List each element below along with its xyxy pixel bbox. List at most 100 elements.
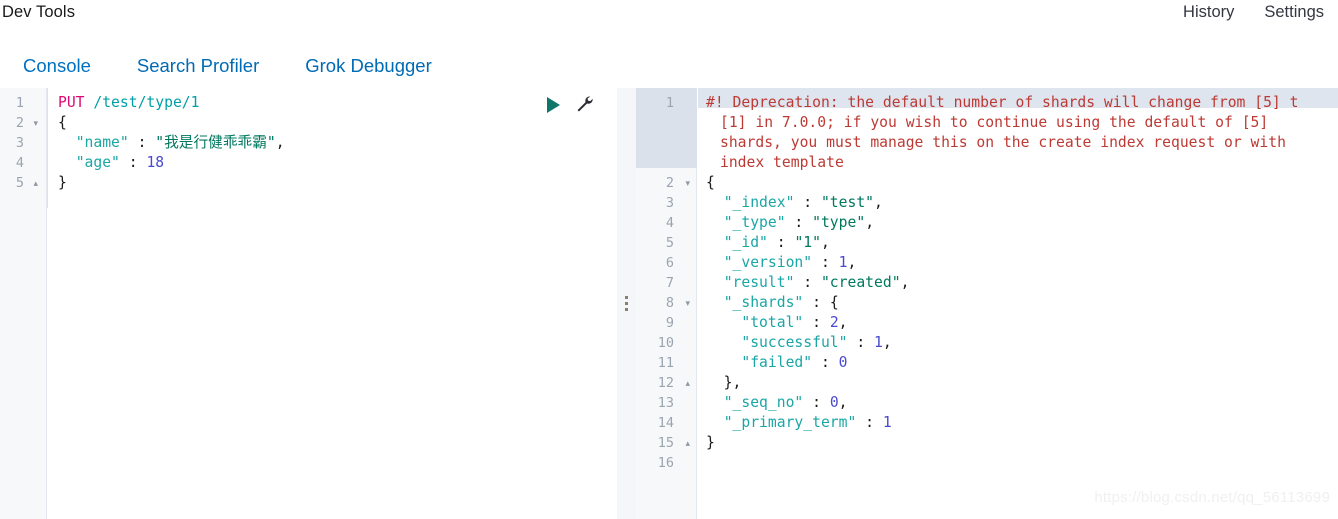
fold-toggle-icon[interactable]: ▾ [685,293,690,313]
app-header: Dev Tools History Settings [0,0,1338,36]
fold-toggle-icon[interactable]: ▴ [33,173,38,193]
request-line-number: 5 [15,175,24,191]
response-gutter: 1 2 ▾ 3 4 5 6 7 8 ▾ 9 10 11 12 ▴ 13 14 15 ▴ 16 [636,88,697,519]
request-value: "我是行健乖乖霸" [155,134,276,151]
watermark: https://blog.csdn.net/qq_56113699 [1094,489,1330,506]
response-line-number: 4 [665,215,674,231]
response-key: "successful" [741,334,848,351]
dev-tools-app: Dev Tools History Settings Console Searc… [0,0,1338,519]
response-code-line: "_id" : "1", [723,234,830,251]
console-panels: 1 2 ▾ 3 4 5 ▴ PUT /test/type/1{ "name" : "我是行健… [0,88,1338,519]
response-value: 0 [829,394,839,411]
response-brace: { [706,174,715,191]
response-code-line: "_version" : 1, [723,254,857,271]
response-key: "_index" [723,194,795,211]
response-value: 0 [838,354,848,371]
request-code-area[interactable]: PUT /test/type/1{ "name" : "我是行健乖乖霸", "a… [48,88,614,519]
response-value: 1 [838,254,848,271]
response-line-number: 10 [657,335,674,351]
response-key: "total" [741,314,804,331]
request-gutter: 1 2 ▾ 3 4 5 ▴ [0,88,47,519]
request-editor[interactable]: 1 2 ▾ 3 4 5 ▴ PUT /test/type/1{ "name" : "我是行健… [0,88,614,519]
response-key: "_primary_term" [723,414,857,431]
request-code-line[interactable]: { [58,113,67,133]
response-code-line: "failed" : 0 [741,354,848,371]
deprecation-warning-line: #! Deprecation: the default number of sh… [706,94,1299,111]
response-code-line: } [706,433,715,453]
history-link[interactable]: History [1183,3,1234,22]
response-line-number: 13 [657,395,674,411]
response-code-line: { [706,173,715,193]
request-line-number: 4 [15,155,24,171]
response-key: "_seq_no" [723,394,804,411]
response-key: "_id" [723,234,768,251]
response-key: "_version" [723,254,813,271]
response-code-area: #! Deprecation: the default number of sh… [698,88,1338,519]
tab-console[interactable]: Console [0,56,114,87]
request-path: /test/type/1 [84,94,200,111]
response-line-number: 11 [657,355,674,371]
fold-toggle-icon[interactable]: ▾ [685,173,690,193]
response-value: 2 [829,314,839,331]
deprecation-warning-line: shards, you must manage this on the crea… [720,134,1286,151]
tab-grok-debugger[interactable]: Grok Debugger [282,56,454,87]
tab-search-profiler[interactable]: Search Profiler [114,56,282,87]
response-value: 1 [874,334,883,351]
response-key: "failed" [741,354,813,371]
drag-dots-icon [625,296,628,311]
request-code-line[interactable]: PUT /test/type/1 [58,93,200,113]
request-key: "name" [75,134,129,151]
request-method: PUT [58,94,85,111]
response-code-line: "successful" : 1, [741,334,892,351]
response-value: "type" [812,214,866,231]
response-line-number: 14 [657,415,674,431]
tab-bar: Console Search Profiler Grok Debugger [0,40,1338,127]
response-line-number: 8 [665,295,674,311]
settings-link[interactable]: Settings [1264,3,1324,22]
response-key: "result" [723,274,795,291]
request-value: 18 [146,154,165,171]
panel-resize-handle[interactable] [617,88,636,519]
response-line-number: 3 [665,195,674,211]
request-code-line[interactable]: } [58,173,67,193]
page-title: Dev Tools [2,3,76,21]
request-code-line[interactable]: "name" : "我是行健乖乖霸", [58,133,285,153]
response-editor[interactable]: 1 2 ▾ 3 4 5 6 7 8 ▾ 9 10 11 12 ▴ 13 14 15 ▴ 16 #! Deprecati… [636,88,1338,519]
response-line-number: 2 [665,175,674,191]
request-brace: } [58,174,67,191]
deprecation-warning-line: index template [720,154,844,171]
response-line-number: 6 [665,255,674,271]
request-line-number: 2 [15,115,24,131]
request-line-number: 3 [15,135,24,151]
header-links: History Settings [1183,3,1324,22]
response-line-number: 9 [665,315,674,331]
response-value: "1" [794,234,821,251]
response-value: "created" [820,274,901,291]
deprecation-warning-line: [1] in 7.0.0; if you wish to continue us… [720,114,1269,131]
response-code-line: "total" : 2, [741,314,848,331]
response-brace: }, [706,374,742,391]
response-value: { [829,294,839,311]
response-code-line: "result" : "created", [723,274,910,291]
request-brace: { [58,114,67,131]
response-line-number: 12 [657,375,674,391]
fold-toggle-icon[interactable]: ▾ [33,113,38,133]
response-key: "_shards" [723,294,804,311]
response-line-number: 1 [665,95,674,111]
response-code-line: }, [706,373,742,393]
fold-toggle-icon[interactable]: ▴ [685,433,690,453]
request-actions [547,95,594,114]
request-key: "age" [75,154,120,171]
response-code-line: "_seq_no" : 0, [723,394,848,411]
response-line-number: 7 [665,275,674,291]
response-code-line: "_type" : "type", [723,214,875,231]
fold-toggle-icon[interactable]: ▴ [685,373,690,393]
response-line-number: 15 [657,435,674,451]
wrench-icon[interactable] [575,95,594,114]
request-line-number: 1 [15,95,24,111]
request-code-line[interactable]: "age" : 18 [58,153,164,173]
play-icon[interactable] [547,96,560,113]
response-key: "_type" [723,214,786,231]
response-value: 1 [882,414,892,431]
response-line-number: 16 [657,455,674,471]
